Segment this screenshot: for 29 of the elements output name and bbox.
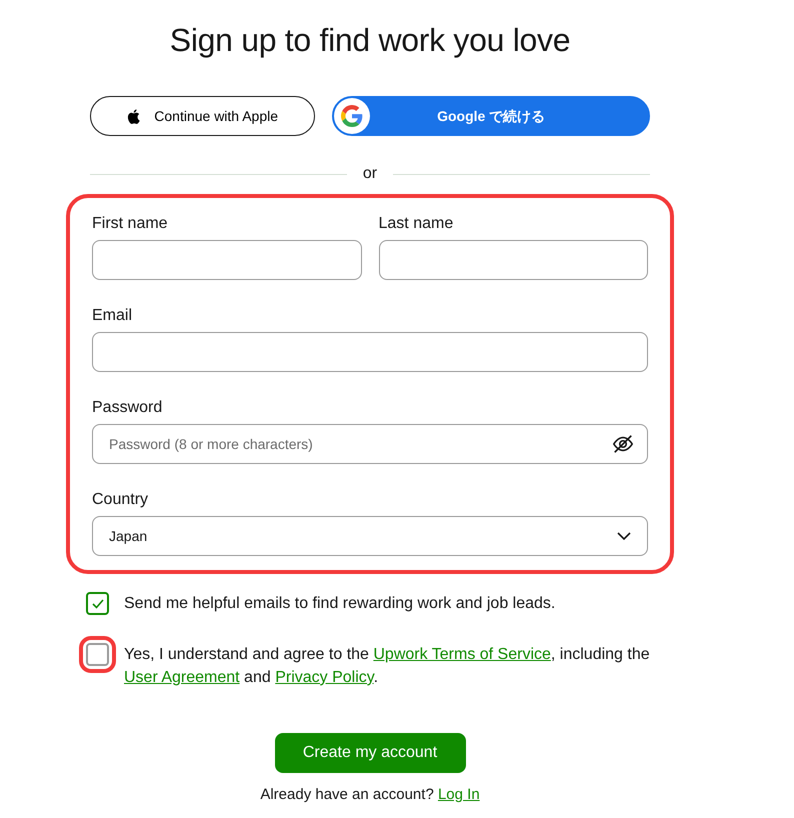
- create-account-button[interactable]: Create my account: [274, 733, 466, 773]
- field-label: Email: [92, 306, 134, 326]
- country-select[interactable]: Japan: [92, 516, 648, 556]
- eye-slash-icon[interactable]: [612, 433, 634, 455]
- input-field[interactable]: [92, 332, 648, 372]
- apple-signin-button[interactable]: Continue with Apple: [90, 96, 316, 136]
- field-label: First name: [92, 214, 169, 234]
- apple-icon: [127, 108, 140, 124]
- link[interactable]: Privacy Policy: [275, 669, 374, 686]
- link[interactable]: User Agreement: [124, 669, 240, 686]
- check-icon: [92, 598, 104, 608]
- checkbox-label: Send me helpful emails to find rewarding work and job leads.: [124, 594, 556, 614]
- checkbox[interactable]: [86, 592, 109, 615]
- checkbox[interactable]: [86, 643, 109, 666]
- divider-label: or: [362, 164, 378, 184]
- google-signin-button[interactable]: Google で続ける: [332, 96, 650, 136]
- field-label: Country: [92, 490, 150, 510]
- input-field[interactable]: [378, 240, 648, 280]
- terms-text: Yes, I understand and agree to the Upwork Terms of Service, including the User Agreement and Privacy Policy.: [124, 645, 650, 688]
- link[interactable]: Upwork Terms of Service: [373, 646, 551, 663]
- input-field[interactable]: [92, 240, 362, 280]
- login-prompt: Already have an account?: [260, 786, 435, 803]
- login-link[interactable]: Log In: [438, 786, 480, 803]
- chevron-down-icon: [617, 532, 631, 540]
- password-field[interactable]: Password (8 or more characters): [92, 424, 648, 464]
- google-icon: [334, 98, 370, 134]
- field-label: Password: [92, 398, 164, 418]
- field-label: Last name: [378, 214, 454, 234]
- page-title: Sign up to find work you love: [168, 21, 572, 60]
